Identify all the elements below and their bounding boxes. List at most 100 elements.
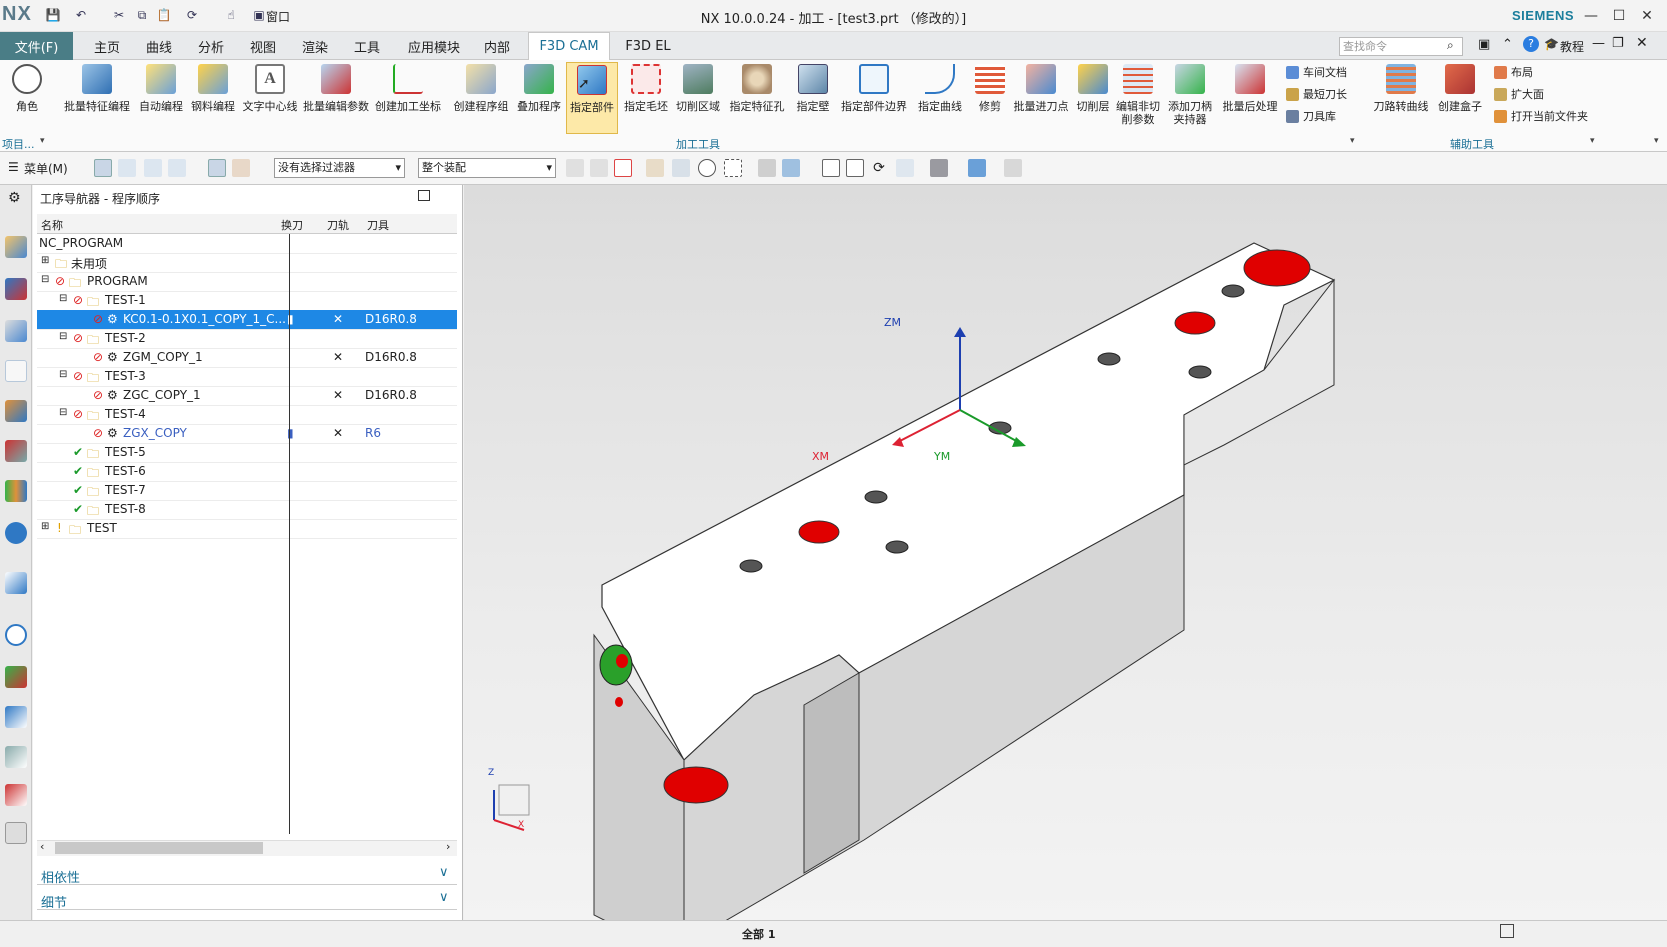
tree-row-operation-kc[interactable]: ⊘ ⚙ KC0.1-0.1X0.1_COPY_1_C... ▮ ✕ D16R0.… <box>37 310 457 330</box>
group-aux-expand-icon[interactable]: ▾ <box>1590 136 1595 146</box>
create-box-button[interactable]: 创建盒子 <box>1432 62 1488 134</box>
repeat-command-icon[interactable]: ⟳ <box>183 6 201 24</box>
group-items-label[interactable]: 项目... <box>2 136 35 152</box>
select-mode-icon[interactable] <box>94 159 112 177</box>
circle-center-icon[interactable] <box>698 159 716 177</box>
specify-blank-button[interactable]: 指定毛坯 <box>620 62 672 134</box>
expand-icon[interactable]: ⊞ <box>41 255 49 266</box>
analysis-icon[interactable] <box>5 666 27 688</box>
snap-toggle-icon[interactable] <box>208 159 226 177</box>
assembly-scope-select[interactable]: 整个装配 <box>418 158 556 178</box>
layout-icon[interactable]: ▣ <box>1478 37 1490 52</box>
ribbon-close-icon[interactable]: ✕ <box>1636 35 1648 51</box>
collapse-icon[interactable]: ⊟ <box>59 407 67 418</box>
collapse-icon[interactable]: ⊟ <box>59 331 67 342</box>
roles-library-icon[interactable] <box>5 480 27 502</box>
expand-icon[interactable]: ⊞ <box>41 521 49 532</box>
edit-non-cutting-params-button[interactable]: 编辑非切削参数 <box>1114 62 1162 134</box>
collapse-icon[interactable]: ⊟ <box>59 369 67 380</box>
touch-mode-icon[interactable]: ☝ <box>222 6 240 24</box>
text-centerline-button[interactable]: A 文字中心线 <box>242 62 298 134</box>
specify-wall-button[interactable]: 指定壁 <box>792 62 834 134</box>
tab-analysis[interactable]: 分析 <box>186 32 236 60</box>
search-icon[interactable]: ⌕ <box>1447 38 1454 53</box>
batch-entry-point-button[interactable]: 批量进刀点 <box>1012 62 1070 134</box>
enlarge-face-button[interactable]: 扩大面 <box>1494 86 1544 102</box>
column-tool-change[interactable]: 换刀 <box>281 217 303 233</box>
tab-render[interactable]: 渲染 <box>290 32 340 60</box>
operation-navigator-icon[interactable] <box>5 360 27 382</box>
edge-style-icon[interactable] <box>930 159 948 177</box>
stack-program-button[interactable]: 叠加程序 <box>514 62 564 134</box>
tab-file[interactable]: 文件(F) <box>0 32 73 60</box>
machine-navigator-icon[interactable] <box>5 400 27 422</box>
program-view-icon[interactable] <box>232 159 250 177</box>
minimize-icon[interactable]: — <box>1580 5 1602 27</box>
copy-icon[interactable]: ⧉ <box>133 6 151 24</box>
tree-row-test[interactable]: ⊞ ! 🗀 TEST <box>37 519 457 539</box>
tutorial-label[interactable]: 教程 <box>1560 38 1584 55</box>
specify-curve-button[interactable]: 指定曲线 <box>912 62 968 134</box>
tab-f3d-cam[interactable]: F3D CAM <box>528 32 610 60</box>
tree-row-test-7[interactable]: ✔ 🗀 TEST-7 <box>37 481 457 501</box>
window-menu[interactable]: 窗口 <box>266 8 290 25</box>
open-folder-button[interactable]: 打开当前文件夹 <box>1494 108 1588 124</box>
reuse-library-icon[interactable] <box>5 440 27 462</box>
part-navigator-icon[interactable] <box>5 236 27 258</box>
box-select-icon[interactable] <box>724 159 742 177</box>
auto-programming-button[interactable]: 自动编程 <box>136 62 186 134</box>
scrollbar-thumb[interactable] <box>55 842 263 854</box>
type-filter-icon[interactable] <box>118 159 136 177</box>
specify-part-button[interactable]: 指定部件 <box>566 62 618 134</box>
web-browser-icon[interactable] <box>5 522 27 544</box>
search-input[interactable]: 查找命令 <box>1339 37 1463 56</box>
tree-row-program[interactable]: ⊟ ⊘ 🗀 PROGRAM <box>37 272 457 292</box>
snap-point-icon[interactable] <box>614 159 632 177</box>
process-studio-icon[interactable] <box>5 706 27 728</box>
feature-filter-icon[interactable] <box>144 159 162 177</box>
cut-icon[interactable]: ✂ <box>110 6 128 24</box>
create-mcs-button[interactable]: 创建加工坐标 <box>374 62 442 134</box>
help-icon[interactable]: ? <box>1523 36 1539 52</box>
settings-gear-icon[interactable]: ⚙ <box>8 190 21 206</box>
group-expand-icon[interactable]: ▾ <box>40 136 45 146</box>
collapse-icon[interactable]: ⊟ <box>59 293 67 304</box>
selection-filter-select[interactable]: 没有选择过滤器 <box>274 158 405 178</box>
cut-levels-button[interactable]: 切削层 <box>1072 62 1114 134</box>
paste-icon[interactable]: 📋 <box>155 6 173 24</box>
tree-row-test-4[interactable]: ⊟ ⊘ 🗀 TEST-4 <box>37 405 457 425</box>
tree-row-test-2[interactable]: ⊟ ⊘ 🗀 TEST-2 <box>37 329 457 349</box>
add-holder-button[interactable]: 添加刀柄夹持器 <box>1164 62 1216 134</box>
tree-row-test-1[interactable]: ⊟ ⊘ 🗀 TEST-1 <box>37 291 457 311</box>
tab-view[interactable]: 视图 <box>238 32 288 60</box>
view-orient-icon[interactable] <box>968 159 986 177</box>
column-toolpath[interactable]: 刀轨 <box>327 217 349 233</box>
tool-library-button[interactable]: 刀具库 <box>1286 108 1336 124</box>
tab-f3d-el[interactable]: F3D EL <box>614 32 682 60</box>
scroll-left-icon[interactable]: ‹ <box>40 840 44 853</box>
layout-button[interactable]: 布局 <box>1494 64 1533 80</box>
tree-row-operation-zgc[interactable]: ⊘ ⚙ ZGC_COPY_1 ✕ D16R0.8 <box>37 386 457 406</box>
tree-row-operation-zgm[interactable]: ⊘ ⚙ ZGM_COPY_1 ✕ D16R0.8 <box>37 348 457 368</box>
list-filter-icon[interactable] <box>168 159 186 177</box>
ribbon-restore-icon[interactable]: ❐ <box>1612 36 1624 51</box>
save-icon[interactable]: 💾 <box>44 6 62 24</box>
cube-icon[interactable] <box>782 159 800 177</box>
midpoint-icon[interactable] <box>672 159 690 177</box>
column-divider[interactable] <box>289 234 290 834</box>
tree-row-test-3[interactable]: ⊟ ⊘ 🗀 TEST-3 <box>37 367 457 387</box>
palette-icon[interactable] <box>5 822 27 844</box>
specify-feature-hole-button[interactable]: 指定特征孔 <box>726 62 788 134</box>
gear-icon[interactable] <box>566 159 584 177</box>
toolpath-to-curve-button[interactable]: 刀路转曲线 <box>1370 62 1432 134</box>
tree-row-test-6[interactable]: ✔ 🗀 TEST-6 <box>37 462 457 482</box>
collapse-icon[interactable]: ⊟ <box>41 274 49 285</box>
tree-row-test-8[interactable]: ✔ 🗀 TEST-8 <box>37 500 457 520</box>
scroll-right-icon[interactable]: › <box>446 840 450 853</box>
tab-application[interactable]: 应用模块 <box>400 32 468 60</box>
shop-doc-button[interactable]: 车间文档 <box>1286 64 1347 80</box>
clock-icon[interactable] <box>5 624 27 646</box>
assembly-navigator-icon[interactable] <box>5 278 27 300</box>
ribbon-minimize-icon[interactable]: — <box>1592 36 1605 51</box>
history-icon[interactable] <box>5 572 27 594</box>
